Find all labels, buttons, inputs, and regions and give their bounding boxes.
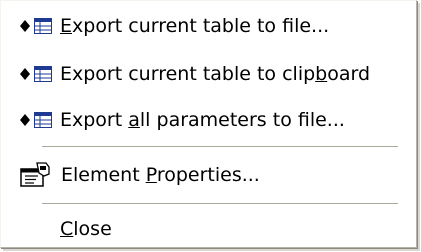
- table-icon: [34, 18, 52, 34]
- menu-item-close[interactable]: Close: [3, 211, 414, 247]
- menu-item-export-all-parameters[interactable]: Export all parameters to file...: [3, 102, 414, 138]
- menu-item-export-table-file[interactable]: Export current table to file...: [3, 8, 414, 44]
- diamond-bullet-icon: [20, 20, 30, 32]
- menu-item-label: Close: [60, 218, 112, 240]
- menu-item-export-table-clipboard[interactable]: Export current table to clipboard: [3, 56, 414, 92]
- table-icon: [34, 66, 52, 82]
- accelerator-key: b: [315, 63, 328, 85]
- menu-item-element-properties[interactable]: Element Properties...: [3, 157, 414, 193]
- menu-item-label: Export current table to file...: [60, 15, 330, 37]
- menu-separator: [42, 146, 398, 148]
- diamond-bullet-icon: [20, 114, 30, 126]
- context-menu: Export current table to file... Export c…: [0, 0, 417, 248]
- accelerator-key: C: [60, 218, 74, 240]
- accelerator-key: a: [128, 109, 140, 131]
- menu-item-label: Export current table to clipboard: [60, 63, 371, 85]
- accelerator-key: E: [60, 15, 73, 37]
- menu-separator: [42, 203, 398, 205]
- menu-item-label: Element Properties...: [61, 164, 260, 186]
- properties-icon: [20, 162, 50, 187]
- table-icon: [34, 112, 52, 128]
- diamond-bullet-icon: [20, 68, 30, 80]
- menu-item-label: Export all parameters to file...: [60, 109, 345, 131]
- accelerator-key: P: [145, 164, 157, 186]
